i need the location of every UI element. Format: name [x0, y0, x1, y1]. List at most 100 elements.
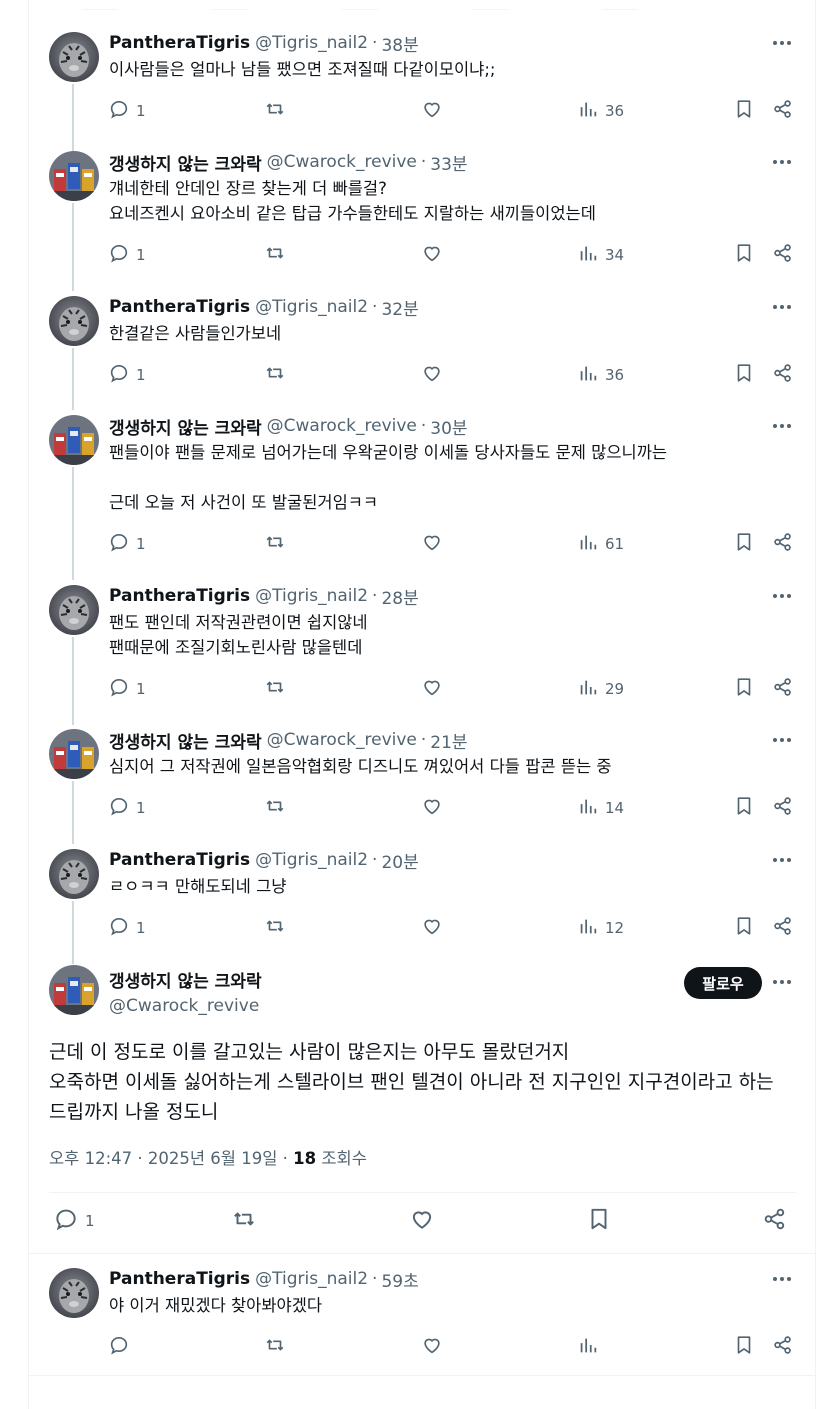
views-button[interactable]: 61 — [577, 531, 624, 557]
author-name[interactable]: 갱생하지 않는 크와락 — [109, 414, 262, 439]
reply-post[interactable]: PantheraTigris @Tigris_nail2 · 38분 이사람들은… — [49, 31, 799, 182]
bookmark-button[interactable] — [733, 98, 755, 124]
avatar[interactable] — [49, 849, 99, 899]
more-icon[interactable] — [771, 298, 793, 316]
share-button[interactable] — [772, 531, 794, 557]
avatar[interactable] — [49, 151, 99, 201]
share-button[interactable] — [772, 1334, 794, 1360]
more-icon[interactable] — [771, 731, 793, 749]
reply-post[interactable]: PantheraTigris @Tigris_nail2 · 20분 ㄹㅇㅋㅋ … — [49, 848, 799, 964]
author-name[interactable]: 갱생하지 않는 크와락 — [109, 972, 262, 992]
author-name[interactable]: 갱생하지 않는 크와락 — [109, 728, 262, 753]
avatar[interactable] — [49, 32, 99, 82]
views-button[interactable]: 36 — [577, 98, 624, 124]
post-time[interactable]: 20분 — [381, 848, 418, 873]
post-time[interactable]: 28분 — [381, 584, 418, 609]
reply-post[interactable]: PantheraTigris @Tigris_nail2 · 59초 야 이거 … — [49, 1268, 799, 1364]
share-button[interactable] — [762, 1208, 788, 1234]
like-button[interactable] — [421, 242, 443, 268]
reply-post[interactable]: 갱생하지 않는 크와락 @Cwarock_revive · 33분 걔네한테 안… — [49, 150, 799, 291]
like-button[interactable] — [421, 531, 443, 557]
retweet-button[interactable] — [264, 531, 286, 557]
share-button[interactable] — [772, 242, 794, 268]
author-name[interactable]: 갱생하지 않는 크와락 — [109, 150, 262, 175]
retweet-button[interactable] — [231, 1208, 257, 1234]
more-icon[interactable] — [771, 34, 793, 52]
bookmark-button[interactable] — [586, 1208, 612, 1234]
follow-button[interactable]: 팔로우 — [684, 967, 762, 999]
retweet-button[interactable] — [264, 98, 286, 124]
reply-button[interactable]: 1 — [108, 676, 146, 702]
avatar[interactable] — [49, 585, 99, 635]
like-button[interactable] — [421, 362, 443, 388]
author-name[interactable]: PantheraTigris — [109, 850, 250, 870]
more-icon[interactable] — [771, 851, 793, 869]
reply-post[interactable]: PantheraTigris @Tigris_nail2 · 28분 팬도 팬인… — [49, 584, 799, 725]
share-button[interactable] — [772, 362, 794, 388]
author-name[interactable]: PantheraTigris — [109, 297, 250, 317]
avatar[interactable] — [49, 965, 99, 1015]
more-icon[interactable] — [771, 973, 793, 991]
more-icon[interactable] — [771, 1270, 793, 1288]
author-handle[interactable]: @Tigris_nail2 — [255, 1269, 368, 1289]
author-handle[interactable]: @Tigris_nail2 — [255, 850, 368, 870]
more-icon[interactable] — [771, 417, 793, 435]
post-timestamp[interactable]: 오후 12:47 · 2025년 6월 19일 · — [49, 1149, 293, 1168]
bookmark-button[interactable] — [733, 242, 755, 268]
author-handle[interactable]: @Tigris_nail2 — [255, 297, 368, 317]
author-handle[interactable]: @Cwarock_revive — [267, 730, 417, 750]
like-button[interactable] — [421, 795, 443, 821]
avatar[interactable] — [49, 415, 99, 465]
author-handle[interactable]: @Tigris_nail2 — [255, 586, 368, 606]
post-time[interactable]: 32분 — [381, 295, 418, 320]
retweet-button[interactable] — [264, 795, 286, 821]
retweet-button[interactable] — [264, 676, 286, 702]
views-button[interactable]: 34 — [577, 242, 624, 268]
bookmark-button[interactable] — [733, 795, 755, 821]
views-button[interactable]: 29 — [577, 676, 624, 702]
retweet-button[interactable] — [264, 1334, 286, 1360]
reply-post[interactable]: 갱생하지 않는 크와락 @Cwarock_revive · 21분 심지어 그 … — [49, 728, 799, 844]
author-name[interactable]: PantheraTigris — [109, 1269, 250, 1289]
post-time[interactable]: 21분 — [430, 728, 467, 753]
like-button[interactable] — [421, 1334, 443, 1360]
retweet-button[interactable] — [264, 915, 286, 941]
reply-button[interactable] — [108, 1334, 136, 1360]
avatar[interactable] — [49, 1268, 99, 1318]
reply-button[interactable]: 1 — [108, 242, 146, 268]
views-button[interactable]: 14 — [577, 795, 624, 821]
retweet-button[interactable] — [264, 362, 286, 388]
author-handle[interactable]: @Cwarock_revive — [109, 996, 262, 1016]
like-button[interactable] — [421, 676, 443, 702]
post-time[interactable]: 33분 — [430, 150, 467, 175]
reply-post[interactable]: 갱생하지 않는 크와락 @Cwarock_revive · 30분 팬들이야 팬… — [49, 414, 799, 580]
bookmark-button[interactable] — [733, 1334, 755, 1360]
reply-post[interactable]: PantheraTigris @Tigris_nail2 · 32분 한결같은 … — [49, 295, 799, 410]
share-button[interactable] — [772, 98, 794, 124]
views-button[interactable] — [577, 1334, 605, 1360]
reply-button[interactable]: 1 — [108, 362, 146, 388]
author-handle[interactable]: @Cwarock_revive — [267, 152, 417, 172]
post-time[interactable]: 30분 — [430, 414, 467, 439]
bookmark-button[interactable] — [733, 531, 755, 557]
retweet-button[interactable] — [264, 242, 286, 268]
share-button[interactable] — [772, 676, 794, 702]
avatar[interactable] — [49, 296, 99, 346]
bookmark-button[interactable] — [733, 676, 755, 702]
author-handle[interactable]: @Cwarock_revive — [267, 416, 417, 436]
reply-button[interactable]: 1 — [108, 795, 146, 821]
views-button[interactable]: 36 — [577, 362, 624, 388]
reply-button[interactable]: 1 — [53, 1208, 95, 1234]
bookmark-button[interactable] — [733, 915, 755, 941]
share-button[interactable] — [772, 915, 794, 941]
reply-button[interactable]: 1 — [108, 531, 146, 557]
post-time[interactable]: 59초 — [381, 1267, 418, 1292]
reply-button[interactable]: 1 — [108, 98, 146, 124]
like-button[interactable] — [409, 1208, 435, 1234]
reply-button[interactable]: 1 — [108, 915, 146, 941]
author-name[interactable]: PantheraTigris — [109, 586, 250, 606]
author-handle[interactable]: @Tigris_nail2 — [255, 33, 368, 53]
share-button[interactable] — [772, 795, 794, 821]
more-icon[interactable] — [771, 153, 793, 171]
post-time[interactable]: 38분 — [381, 31, 418, 56]
